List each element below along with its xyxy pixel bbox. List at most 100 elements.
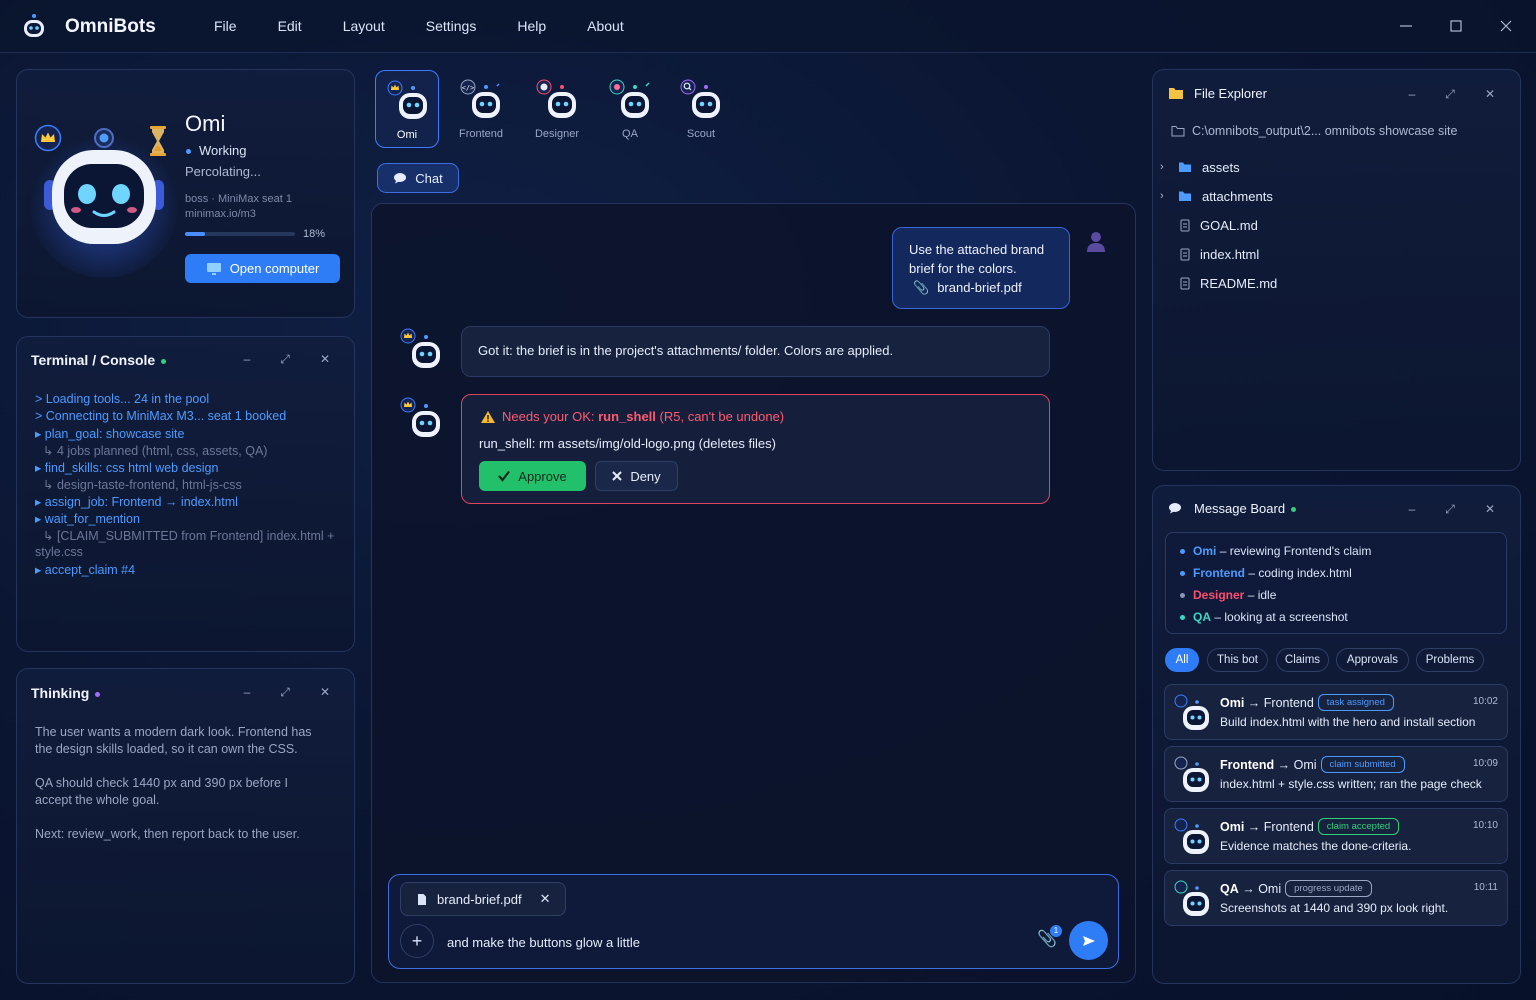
approval-request-card: Needs your OK: run_shell (R5, can't be u… (461, 394, 1050, 504)
thinking-close-icon[interactable]: ✕ (316, 683, 334, 701)
message-body: Evidence matches the done-criteria. (1220, 839, 1412, 853)
menu-layout[interactable]: Layout (343, 18, 385, 34)
explorer-item-folder[interactable]: › attachments (1160, 186, 1273, 206)
open-computer-button[interactable]: Open computer (185, 254, 340, 283)
menu-edit[interactable]: Edit (278, 18, 302, 34)
send-icon (1082, 935, 1095, 946)
user-message: Use the attached brand brief for the col… (892, 227, 1070, 309)
open-computer-label: Open computer (229, 261, 320, 276)
qa-bot-icon (609, 79, 650, 118)
chevron-right-icon: › (1160, 161, 1164, 173)
thinking-title: Thinking (31, 685, 101, 701)
message-from: QA (1220, 881, 1239, 896)
online-dot (1291, 507, 1297, 513)
bot-status: Working (186, 143, 246, 158)
omi-message-avatar (400, 328, 440, 368)
status-bot-name: Designer (1193, 588, 1245, 602)
bot-tab-label: Omi (396, 129, 418, 141)
bot-tab-designer[interactable]: Designer (525, 70, 589, 148)
filter-approvals[interactable]: Approvals (1336, 648, 1409, 672)
terminal-title: Terminal / Console (31, 352, 167, 368)
terminal-expand-icon[interactable]: ⤢ (276, 350, 294, 368)
terminal-close-icon[interactable]: ✕ (316, 350, 334, 368)
bot-tab-scout[interactable]: Scout (669, 70, 733, 148)
thinking-line: accept the whole goal. (35, 793, 160, 807)
explorer-expand-icon[interactable]: ⤢ (1441, 85, 1459, 103)
explorer-minimize-icon[interactable]: – (1403, 85, 1421, 103)
menu-settings[interactable]: Settings (426, 18, 477, 34)
menu-file[interactable]: File (214, 18, 237, 34)
message-input[interactable] (447, 931, 1007, 953)
terminal-line: ▸ assign_job: Frontend → index.html (35, 495, 238, 509)
minimize-window-icon[interactable] (1394, 14, 1418, 38)
menu-help[interactable]: Help (517, 18, 546, 34)
add-attachment-button[interactable]: + (400, 924, 434, 958)
thinking-expand-icon[interactable]: ⤢ (276, 683, 294, 701)
path-folder-icon (1171, 126, 1185, 137)
approval-prefix: Needs your OK: (502, 409, 599, 424)
filter-all[interactable]: All (1165, 648, 1199, 672)
filter-claims[interactable]: Claims (1276, 648, 1329, 672)
thinking-dot (95, 691, 101, 697)
send-button[interactable] (1069, 921, 1108, 960)
explorer-item-file[interactable]: README.md (1160, 273, 1277, 293)
approve-button[interactable]: Approve (479, 461, 586, 491)
explorer-item-file[interactable]: GOAL.md (1160, 215, 1258, 235)
message-card[interactable]: Omi → Frontend claim accepted 10:10 Evidenc… (1164, 808, 1508, 864)
terminal-line: ↳ 4 jobs planned (html, css, assets, QA) (43, 444, 268, 458)
close-window-icon[interactable] (1494, 14, 1518, 38)
message-card[interactable]: QA → Omi progress update 10:11 Screenshots … (1164, 870, 1508, 926)
menu-about[interactable]: About (587, 18, 624, 34)
deny-button[interactable]: Deny (595, 461, 678, 491)
remove-attachment-icon[interactable]: ✕ (540, 891, 551, 907)
chat-tab[interactable]: Chat (377, 163, 459, 193)
message-tag: task assigned (1317, 694, 1394, 711)
status-bot-name: QA (1193, 610, 1211, 624)
explorer-close-icon[interactable]: ✕ (1481, 85, 1499, 103)
message-tag: claim submitted (1320, 756, 1405, 773)
app-name: OmniBots (65, 16, 156, 37)
board-minimize-icon[interactable]: – (1403, 500, 1421, 518)
bot-tab-qa[interactable]: QA (598, 70, 662, 148)
bot-status-row: Omi – reviewing Frontend's claim (1180, 544, 1371, 558)
board-close-icon[interactable]: ✕ (1481, 500, 1499, 518)
explorer-item-folder[interactable]: › assets (1160, 157, 1240, 177)
thinking-minimize-icon[interactable]: – (238, 683, 256, 701)
bot-status-row: Frontend – coding index.html (1180, 566, 1352, 580)
composer-attachment-chip[interactable]: brand-brief.pdf ✕ (400, 882, 566, 916)
message-from: Omi (1220, 819, 1245, 834)
explorer-item-name: GOAL.md (1200, 217, 1258, 233)
message-card[interactable]: Omi → Frontend task assigned 10:02 Build in… (1164, 684, 1508, 740)
bot-tab-label: QA (622, 128, 638, 140)
filter-problems[interactable]: Problems (1416, 648, 1484, 672)
bot-model-seat: boss · MiniMax seat 1 (185, 193, 292, 205)
terminal-minimize-icon[interactable]: – (238, 350, 256, 368)
message-sender-avatar (1174, 818, 1209, 854)
message-time: 10:02 (1472, 696, 1498, 707)
message-sender-avatar (1174, 880, 1209, 916)
status-dot (1180, 615, 1185, 621)
filter-this-bot[interactable]: This bot (1207, 648, 1268, 672)
bot-message: Got it: the brief is in the project's at… (461, 326, 1050, 377)
message-from: Frontend (1220, 757, 1275, 772)
terminal-line: > Connecting to MiniMax M3... seat 1 boo… (35, 409, 287, 423)
explorer-item-file[interactable]: index.html (1160, 244, 1259, 264)
frontend-bot-icon: </> (460, 79, 500, 118)
message-to: Omi (1258, 881, 1282, 896)
maximize-window-icon[interactable] (1444, 14, 1468, 38)
monitor-icon (206, 262, 221, 275)
thinking-paragraph: Next: review_work, then report back to t… (35, 826, 335, 843)
message-card[interactable]: Frontend → Omi claim submitted 10:09 index.… (1164, 746, 1508, 802)
user-avatar-icon (1087, 232, 1105, 252)
bot-status-row: Designer – idle (1180, 588, 1276, 602)
board-expand-icon[interactable]: ⤢ (1441, 500, 1459, 518)
user-message-attachment[interactable]: 📎 brand-brief.pdf (913, 278, 1053, 297)
bot-tab-omi[interactable]: Omi (375, 70, 439, 148)
bot-tab-frontend[interactable]: </> Frontend (449, 70, 513, 148)
arrow-right-icon: → (1274, 757, 1294, 772)
terminal-line: style.css (35, 545, 83, 559)
status-bot-name: Omi (1193, 544, 1217, 558)
status-text: – idle (1247, 588, 1277, 602)
omi-message-avatar (400, 397, 440, 437)
svg-text:</>: </> (462, 84, 475, 92)
